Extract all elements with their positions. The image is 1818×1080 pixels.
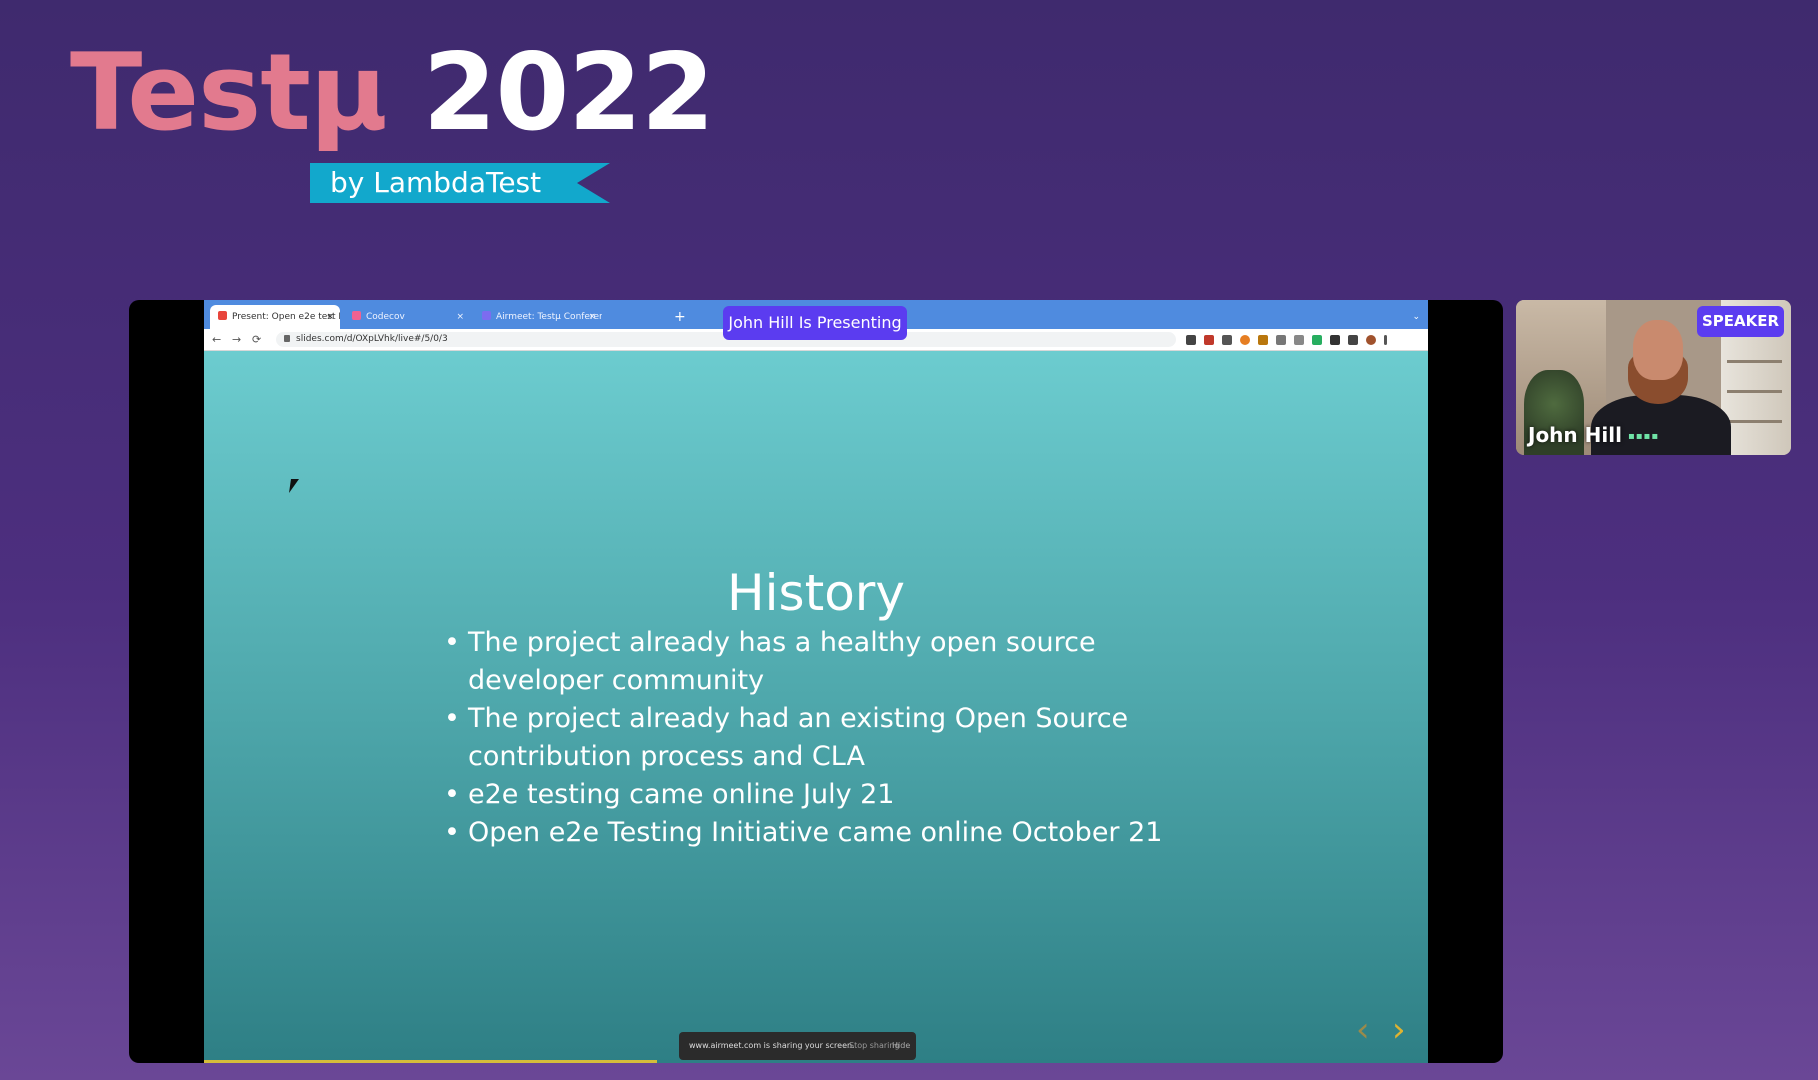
audio-level-icon: ▪▪▪▪ [1628, 431, 1660, 442]
reload-icon[interactable]: ⟳ [252, 329, 261, 350]
tab-search-icon[interactable]: ⌄ [1412, 305, 1420, 329]
side-panel-icon[interactable] [1348, 335, 1358, 345]
browser-tab-airmeet[interactable]: Airmeet: Testµ Conference... × [474, 305, 602, 329]
airmeet-favicon-icon [482, 311, 491, 320]
extension-icon[interactable] [1186, 335, 1196, 345]
event-ribbon: by LambdaTest [310, 163, 610, 203]
profile-avatar-icon[interactable] [1366, 335, 1376, 345]
slide-bullet-list: The project already has a healthy open s… [444, 624, 1164, 852]
slide-bullet: The project already had an existing Open… [444, 700, 1164, 776]
speaker-badge: SPEAKER [1697, 306, 1784, 337]
slide-bullet: The project already has a healthy open s… [444, 624, 1164, 700]
browser-tab-codecov[interactable]: Codecov × [344, 305, 470, 329]
next-slide-arrow-icon[interactable]: › [1392, 1013, 1406, 1047]
event-title: Testµ 2022 [70, 40, 715, 146]
kebab-menu-icon[interactable] [1384, 335, 1387, 345]
screen-sharing-notice: www.airmeet.com is sharing your screen. … [679, 1032, 916, 1060]
hide-button[interactable]: Hide [892, 1032, 910, 1060]
new-tab-button[interactable]: + [674, 305, 686, 329]
event-logo: Testµ 2022 by LambdaTest [70, 40, 715, 210]
slide-title: History [727, 564, 905, 622]
tab-close-icon[interactable]: × [326, 305, 334, 329]
screen-share-stage: Present: Open e2e test Initiati... × Cod… [129, 300, 1503, 1063]
presenter-banner: John Hill Is Presenting [723, 306, 907, 340]
speaker-name: John Hill [1528, 423, 1622, 447]
speaker-head [1633, 320, 1683, 380]
mouse-pointer-icon [289, 479, 299, 493]
browser-tab-label: Present: Open e2e test Initiati... [232, 312, 340, 322]
previous-slide-arrow-icon[interactable]: ‹ [1356, 1013, 1370, 1047]
shared-screen: Present: Open e2e test Initiati... × Cod… [204, 300, 1428, 1063]
browser-tab-presentation[interactable]: Present: Open e2e test Initiati... × [210, 305, 340, 329]
extension-icon[interactable] [1276, 335, 1286, 345]
event-title-brand: Testµ [70, 31, 388, 154]
slide-bullet: Open e2e Testing Initiative came online … [444, 814, 1164, 852]
puzzle-extensions-icon[interactable] [1330, 335, 1340, 345]
codecov-favicon-icon [352, 311, 361, 320]
sharing-notice-text: www.airmeet.com is sharing your screen. [689, 1041, 855, 1050]
tab-close-icon[interactable]: × [456, 305, 464, 329]
tab-close-icon[interactable]: × [588, 305, 596, 329]
extension-icon[interactable] [1312, 335, 1322, 345]
browser-tab-label: Airmeet: Testµ Conference... [496, 312, 602, 322]
lock-icon [284, 335, 290, 342]
slide-progress-bar [204, 1060, 657, 1063]
slides-favicon-icon [218, 311, 227, 320]
extension-icon[interactable] [1294, 335, 1304, 345]
forward-arrow-icon[interactable]: → [232, 329, 241, 350]
event-ribbon-label: by LambdaTest [330, 166, 542, 199]
extension-icon[interactable] [1222, 335, 1232, 345]
slide-bullet: e2e testing came online July 21 [444, 776, 1164, 814]
presentation-slide: History The project already has a health… [204, 351, 1428, 1063]
address-bar-url: slides.com/d/OXpLVhk/live#/5/0/3 [296, 334, 448, 344]
extension-icon[interactable] [1258, 335, 1268, 345]
event-title-year: 2022 [422, 31, 715, 154]
browser-tab-label: Codecov [366, 312, 405, 322]
extension-icon[interactable] [1240, 335, 1250, 345]
back-arrow-icon[interactable]: ← [212, 329, 221, 350]
extension-icon[interactable] [1204, 335, 1214, 345]
